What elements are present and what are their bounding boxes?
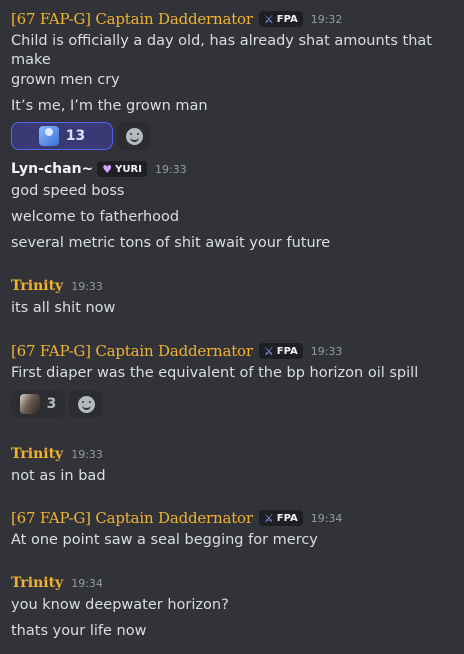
timestamp: 19:33 bbox=[71, 279, 103, 293]
message-line: several metric tons of shit await your f… bbox=[11, 235, 331, 251]
message-line: you know deepwater horizon? bbox=[11, 597, 229, 613]
message: [67 FAP-G] Captain Daddernator ⚔ FPA 19:3… bbox=[11, 508, 456, 550]
heart-icon: ♥ bbox=[102, 162, 113, 176]
add-reaction-button[interactable] bbox=[69, 390, 103, 418]
timestamp: 19:33 bbox=[71, 447, 103, 461]
message-line: At one point saw a seal begging for merc… bbox=[11, 532, 318, 548]
sword-icon: ⚔ bbox=[263, 12, 274, 26]
author-name[interactable]: Trinity bbox=[11, 278, 63, 294]
message: Trinity 19:33 not as in bad bbox=[11, 444, 456, 486]
message-line: welcome to fatherhood bbox=[11, 209, 180, 225]
message-line: It’s me, I’m the grown man bbox=[11, 98, 208, 114]
author-name[interactable]: Trinity bbox=[11, 575, 63, 591]
message-line: Child is officially a day old, has alrea… bbox=[11, 33, 432, 68]
add-reaction-button[interactable] bbox=[117, 122, 151, 150]
message: Trinity 19:34 you know deepwater horizon… bbox=[11, 573, 456, 641]
message: Trinity 19:33 its all shit now bbox=[11, 276, 456, 318]
author-name[interactable]: [67 FAP-G] Captain Daddernator bbox=[11, 10, 253, 28]
author-name[interactable]: Lyn-chan~ bbox=[11, 161, 93, 177]
timestamp: 19:33 bbox=[154, 162, 187, 176]
chat-log: [67 FAP-G] Captain Daddernator ⚔ FPA 19:3… bbox=[0, 0, 464, 654]
reaction-count: 13 bbox=[65, 128, 86, 144]
timestamp: 19:33 bbox=[310, 344, 343, 358]
reaction-button[interactable]: 13 bbox=[11, 122, 113, 150]
role-tag[interactable]: ♥ YURI bbox=[97, 161, 147, 177]
sword-icon: ⚔ bbox=[263, 511, 274, 525]
role-tag[interactable]: ⚔ FPA bbox=[258, 343, 303, 359]
author-name[interactable]: [67 FAP-G] Captain Daddernator bbox=[11, 509, 253, 527]
message-line: not as in bad bbox=[11, 468, 106, 484]
author-name[interactable]: Trinity bbox=[11, 446, 63, 462]
message-line: its all shit now bbox=[11, 300, 116, 316]
timestamp: 19:32 bbox=[310, 12, 343, 26]
message-line: thats your life now bbox=[11, 623, 147, 639]
reactions: 13 bbox=[11, 122, 456, 150]
reaction-count: 3 bbox=[46, 396, 57, 412]
custom-emoji-icon bbox=[19, 394, 40, 414]
author-name[interactable]: [67 FAP-G] Captain Daddernator bbox=[11, 342, 253, 360]
smiley-icon bbox=[77, 395, 95, 413]
reactions: 3 bbox=[11, 390, 456, 418]
sword-icon: ⚔ bbox=[263, 344, 274, 358]
role-tag[interactable]: ⚔ FPA bbox=[258, 11, 303, 27]
message-line: god speed boss bbox=[11, 183, 125, 199]
message: Lyn-chan~ ♥ YURI 19:33 god speed boss wel… bbox=[11, 159, 456, 253]
role-tag[interactable]: ⚔ FPA bbox=[258, 510, 303, 526]
custom-emoji-icon bbox=[38, 126, 59, 146]
message-line: grown men cry bbox=[11, 72, 120, 88]
message: [67 FAP-G] Captain Daddernator ⚔ FPA 19:3… bbox=[11, 341, 456, 418]
reaction-button[interactable]: 3 bbox=[11, 390, 65, 418]
message: [67 FAP-G] Captain Daddernator ⚔ FPA 19:3… bbox=[11, 9, 456, 150]
smiley-icon bbox=[125, 127, 143, 145]
message-line: First diaper was the equivalent of the b… bbox=[11, 365, 419, 381]
timestamp: 19:34 bbox=[310, 511, 343, 525]
timestamp: 19:34 bbox=[71, 576, 103, 590]
